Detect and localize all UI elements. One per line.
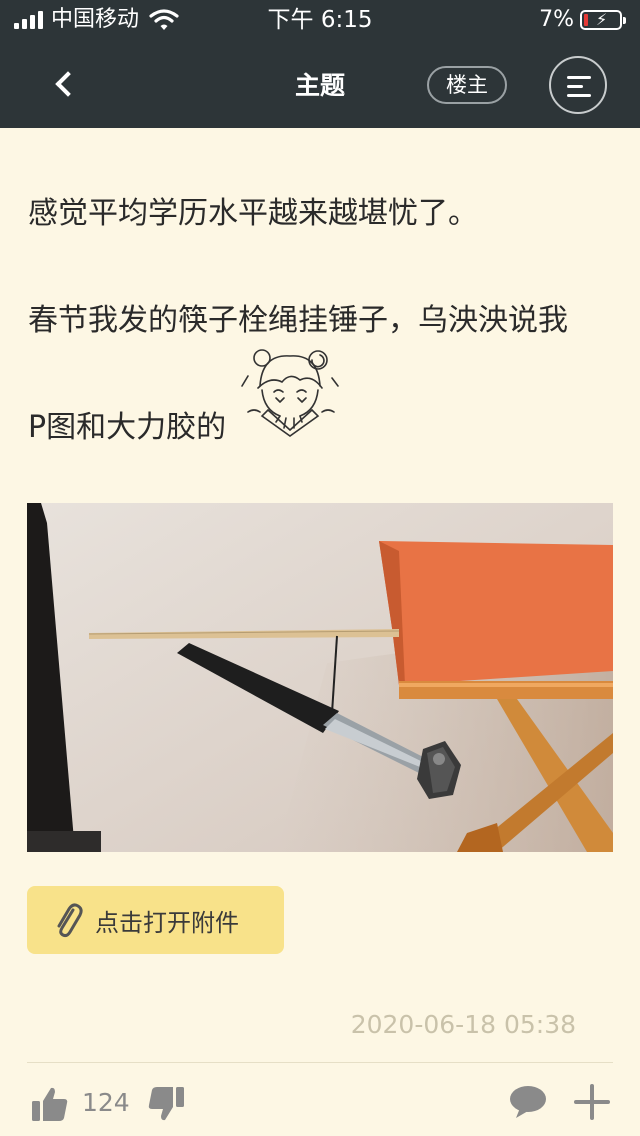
battery-percent: 7% xyxy=(539,7,574,32)
plus-icon[interactable] xyxy=(574,1084,610,1120)
thumbs-down-icon[interactable] xyxy=(146,1084,186,1124)
paperclip-icon xyxy=(57,903,83,938)
open-attachment-button[interactable]: 点击打开附件 xyxy=(27,886,284,954)
post-text-line-1: 感觉平均学历水平越来越堪忧了。 xyxy=(28,196,478,231)
divider xyxy=(27,1062,613,1063)
comment-icon[interactable] xyxy=(508,1084,548,1120)
top-bar: 中国移动 下午 6:15 7% ⚡ 主题 楼主 xyxy=(0,0,640,128)
page-title: 主题 xyxy=(294,71,345,100)
menu-button[interactable] xyxy=(549,56,607,114)
thumbs-up-icon[interactable] xyxy=(30,1084,70,1124)
hammer-chopstick-photo xyxy=(27,503,613,852)
attachment-label: 点击打开附件 xyxy=(95,908,239,937)
menu-icon xyxy=(567,76,591,79)
status-bar: 中国移动 下午 6:15 7% ⚡ xyxy=(0,0,640,40)
op-only-button[interactable]: 楼主 xyxy=(427,66,507,104)
battery-icon: ⚡ xyxy=(580,10,626,30)
nav-bar: 主题 楼主 xyxy=(0,40,640,128)
post-text-line-2: 春节我发的筷子栓绳挂锤子，乌泱泱说我 xyxy=(28,303,568,338)
anime-sticker-emoji xyxy=(241,349,339,437)
post-text-line-3: P图和大力胶的 xyxy=(28,410,227,445)
post-timestamp: 2020-06-18 05:38 xyxy=(350,1010,576,1039)
post-image[interactable] xyxy=(27,503,613,852)
like-count: 124 xyxy=(82,1088,130,1117)
